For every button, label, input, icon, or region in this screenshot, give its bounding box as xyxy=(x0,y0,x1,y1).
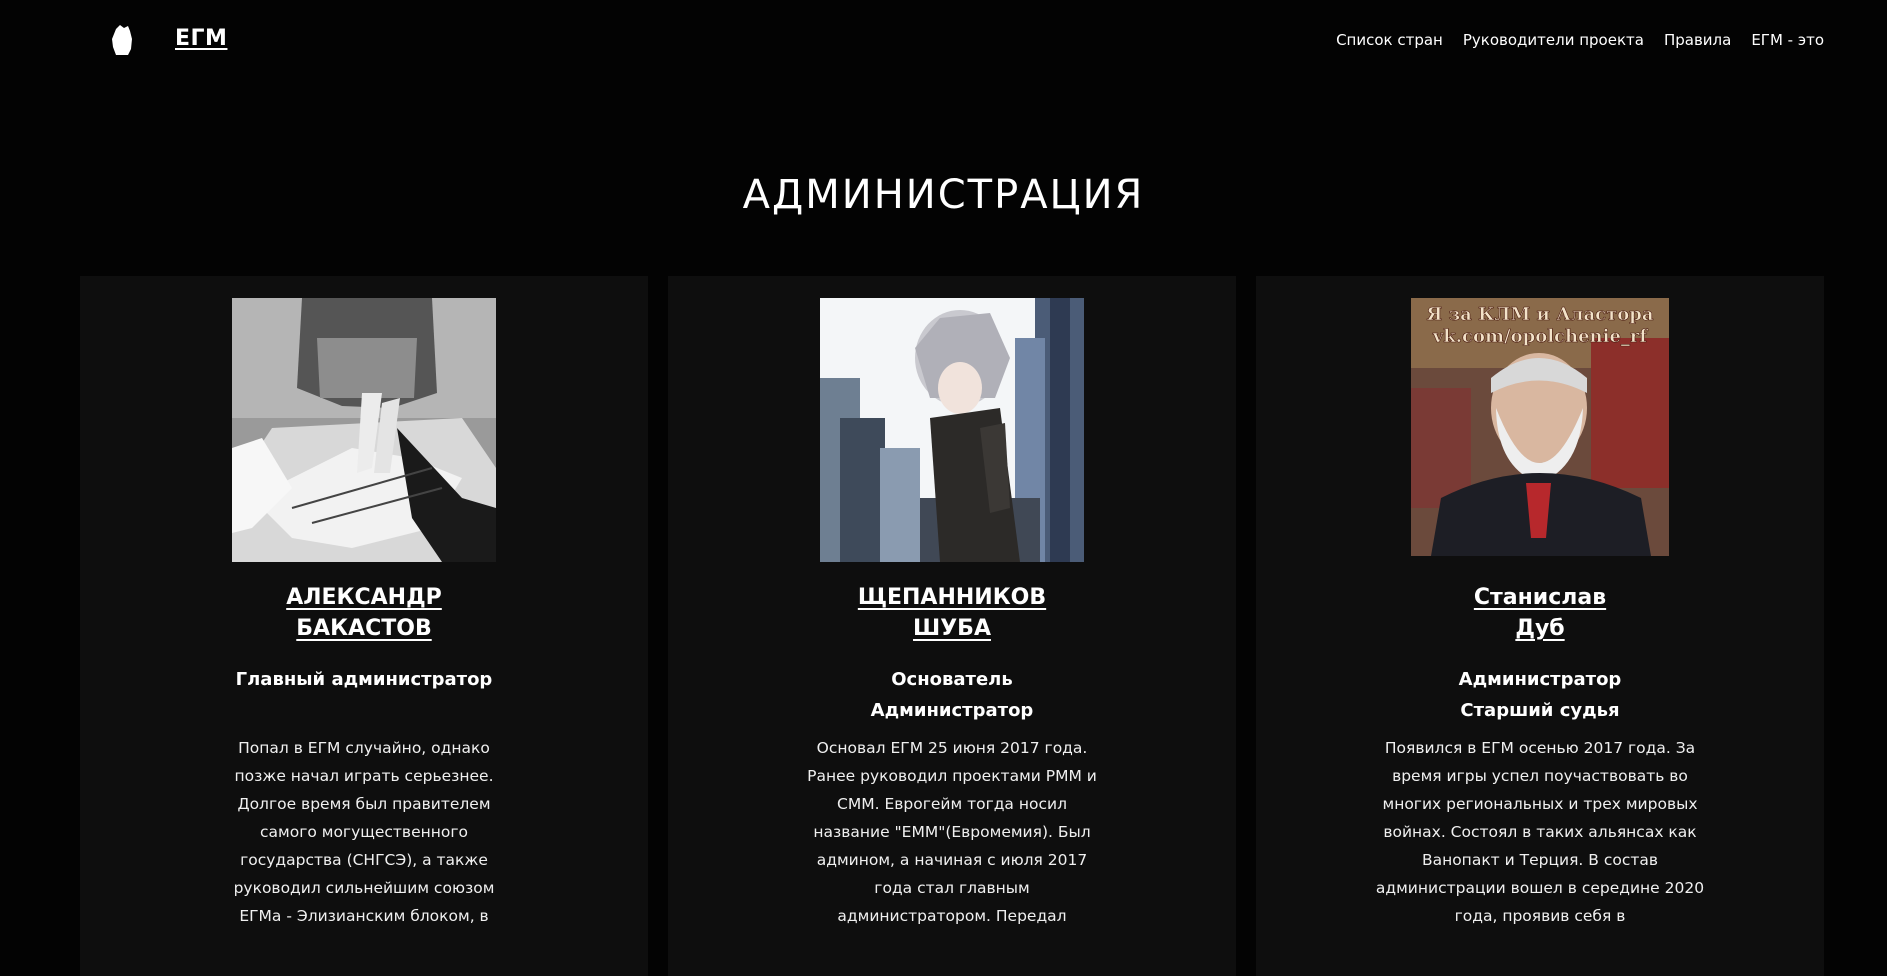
old-man-photo-image: Я за КЛМ и Аластора vk.com/opolchenie_rf xyxy=(1411,298,1669,556)
site-header: ЕГМ Список стран Руководители проекта Пр… xyxy=(0,0,1887,84)
admin-role: Администратор xyxy=(1458,669,1622,690)
admin-cards: АЛЕКСАНДР БАКАСТОВ Главный администратор… xyxy=(80,276,1825,976)
admin-name-link[interactable]: Станислав Дуб xyxy=(1256,582,1824,644)
admin-bio: Основал ЕГМ 25 июня 2017 года. Ранее рук… xyxy=(807,739,1097,925)
avatar xyxy=(232,298,496,562)
nav-item-countries[interactable]: Список стран xyxy=(1336,31,1443,49)
nav-item-rules[interactable]: Правила xyxy=(1664,31,1731,49)
admin-card: ЩЕПАННИКОВ ШУБА Основатель Администратор… xyxy=(668,276,1236,976)
avatar-caption: Я за КЛМ и Аластора xyxy=(1426,304,1653,325)
page-title: АДМИНИСТРАЦИЯ xyxy=(742,172,1145,218)
nav-item-about[interactable]: ЕГМ - это xyxy=(1751,31,1824,49)
admin-bio: Появился в ЕГМ осенью 2017 года. За врем… xyxy=(1375,739,1705,925)
admin-name-link[interactable]: ЩЕПАННИКОВ ШУБА xyxy=(668,582,1236,644)
admin-role-list: Главный администратор xyxy=(80,664,648,695)
admin-name-line: ШУБА xyxy=(913,616,991,641)
logo-icon[interactable] xyxy=(110,25,134,55)
admin-name-line: АЛЕКСАНДР xyxy=(286,585,442,610)
admin-name-line: Станислав xyxy=(1473,585,1607,610)
main-nav: Список стран Руководители проекта Правил… xyxy=(1336,31,1824,49)
avatar xyxy=(820,298,1084,562)
admin-name-line: БАКАСТОВ xyxy=(296,616,432,641)
brand-link[interactable]: ЕГМ xyxy=(175,26,227,51)
admin-role: Администратор xyxy=(870,700,1034,721)
admin-name-link[interactable]: АЛЕКСАНДР БАКАСТОВ xyxy=(80,582,648,644)
admin-role: Старший судья xyxy=(1460,700,1620,721)
admin-role-list: Администратор Старший судья xyxy=(1256,664,1824,726)
admin-card: Я за КЛМ и Аластора vk.com/opolchenie_rf… xyxy=(1256,276,1824,976)
admin-name-line: Дуб xyxy=(1515,616,1565,641)
admin-card: АЛЕКСАНДР БАКАСТОВ Главный администратор… xyxy=(80,276,648,976)
admin-role-list: Основатель Администратор xyxy=(668,664,1236,726)
avatar: Я за КЛМ и Аластора vk.com/opolchenie_rf xyxy=(1411,298,1669,556)
admin-bio: Попал в ЕГМ случайно, однако позже начал… xyxy=(233,739,495,925)
admin-role: Основатель xyxy=(891,669,1013,690)
avatar-caption: vk.com/opolchenie_rf xyxy=(1432,326,1649,347)
admin-name-line: ЩЕПАННИКОВ xyxy=(857,585,1047,610)
admin-role: Главный администратор xyxy=(235,669,493,690)
nav-item-leaders[interactable]: Руководители проекта xyxy=(1463,31,1644,49)
manga-portrait-image xyxy=(232,298,496,562)
anime-city-image xyxy=(820,298,1084,562)
